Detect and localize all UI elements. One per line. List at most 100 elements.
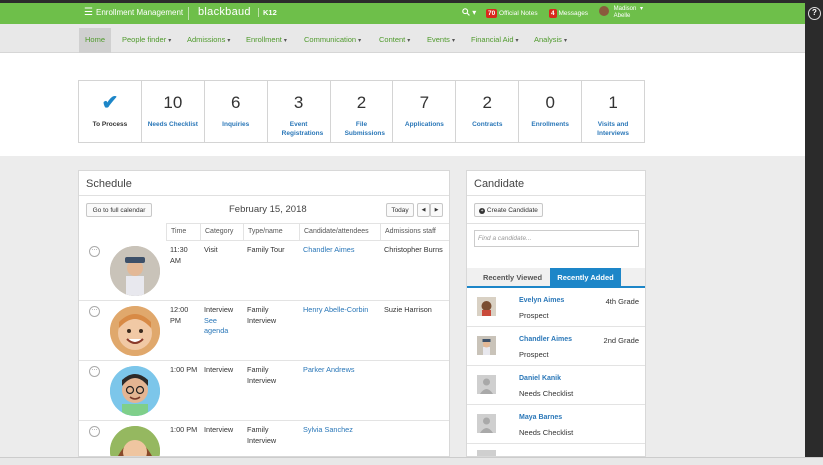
placeholder-avatar-icon: [477, 375, 496, 394]
more-options-icon[interactable]: ···: [89, 426, 100, 437]
today-button[interactable]: Today: [386, 203, 414, 217]
tile-count: 7: [419, 93, 430, 112]
user-menu[interactable]: Madison Abelle ▾: [599, 6, 643, 19]
tile-label: Enrollments: [531, 121, 569, 128]
help-icon[interactable]: ?: [808, 7, 821, 20]
product-label: K12: [258, 8, 277, 17]
tile-label: To Process: [92, 121, 128, 128]
divider: [467, 223, 645, 224]
nav-label: Communication: [304, 35, 357, 44]
event-category: Interview: [204, 365, 234, 374]
tile-visits-and-interviews[interactable]: 1 Visits and Interviews: [582, 81, 644, 142]
candidate-name-link[interactable]: Chandler Aimes: [519, 336, 572, 343]
find-candidate-input[interactable]: Find a candidate...: [474, 230, 639, 247]
candidate-link[interactable]: Henry Abelle-Corbin: [303, 305, 368, 316]
event-type: Family Interview: [247, 305, 277, 325]
staff-name: Suzie Harrison: [384, 305, 432, 314]
candidate-name-link[interactable]: Daniel Kanik: [519, 375, 561, 382]
tab-recently-added[interactable]: Recently Added: [550, 268, 621, 286]
more-options-icon[interactable]: ···: [89, 246, 100, 257]
tile-needs-checklist[interactable]: 10 Needs Checklist: [142, 81, 205, 142]
nav-label: Analysis: [534, 35, 562, 44]
nav-item-enrollment[interactable]: Enrollment ▾: [246, 35, 287, 44]
event-time: 1:00 PM: [170, 365, 198, 374]
tile-event-registrations[interactable]: 3 Event Registrations: [268, 81, 331, 142]
boy-with-glasses-image: [110, 366, 160, 416]
candidate-photo: [110, 366, 160, 416]
full-calendar-button[interactable]: Go to full calendar: [86, 203, 152, 217]
list-item[interactable]: [467, 444, 645, 456]
tile-to-process[interactable]: ✔ To Process: [79, 81, 142, 142]
tile-count: 2: [356, 93, 367, 112]
avatar: [599, 6, 609, 16]
search-caret-icon: ▾: [472, 8, 477, 17]
messages-label: Messages: [558, 10, 589, 18]
candidate-panel: Candidate + Create Candidate Find a cand…: [466, 170, 646, 457]
nav-item-analysis[interactable]: Analysis ▾: [534, 35, 567, 44]
tile-inquiries[interactable]: 6 Inquiries: [205, 81, 268, 142]
hamburger-icon[interactable]: ☰: [84, 8, 93, 18]
chevron-down-icon: ▾: [640, 6, 644, 12]
column-header-time: Time: [166, 223, 200, 241]
list-item[interactable]: Evelyn Aimes Prospect 4th Grade: [467, 288, 645, 327]
nav-item-financial-aid[interactable]: Financial Aid ▾: [471, 35, 519, 44]
nav-item-people-finder[interactable]: People finder ▾: [122, 35, 171, 44]
nav-item-content[interactable]: Content ▾: [379, 35, 410, 44]
list-item[interactable]: Chandler Aimes Prospect 2nd Grade: [467, 327, 645, 366]
nav-label: Admissions: [187, 35, 226, 44]
candidate-link[interactable]: Chandler Aimes: [303, 245, 355, 256]
candidate-status: Needs Checklist: [519, 389, 574, 398]
candidate-grade: 4th Grade: [605, 297, 639, 306]
candidate-status: Prospect: [519, 350, 549, 359]
messages-link[interactable]: 4 Messages: [549, 9, 588, 18]
user-last-name: Abelle: [613, 12, 631, 19]
nav-item-admissions[interactable]: Admissions ▾: [187, 35, 230, 44]
tile-count: 6: [230, 93, 241, 112]
table-row: ··· 11:30 AM Visit Family Tour Chandler …: [79, 241, 449, 301]
create-candidate-label: Create Candidate: [486, 207, 538, 214]
more-options-icon[interactable]: ···: [89, 306, 100, 317]
see-agenda-link[interactable]: See agenda: [204, 316, 242, 337]
search-button[interactable]: ▾: [462, 8, 476, 17]
prev-day-button[interactable]: ◀: [417, 203, 430, 217]
tile-count: 2: [482, 93, 493, 112]
nav-label: Enrollment: [246, 35, 282, 44]
candidate-title: Candidate: [474, 178, 525, 190]
nav-label: Events: [427, 35, 450, 44]
next-day-button[interactable]: ▶: [430, 203, 443, 217]
candidate-name-link[interactable]: Evelyn Aimes: [519, 297, 564, 304]
tab-recently-viewed[interactable]: Recently Viewed: [475, 268, 550, 286]
chevron-down-icon: ▾: [451, 38, 455, 44]
window-frame-right: ?: [805, 0, 823, 465]
event-category: Visit: [204, 245, 218, 254]
tile-file-submissions[interactable]: 2 File Submissions: [331, 81, 394, 142]
list-item[interactable]: Maya Barnes Needs Checklist: [467, 405, 645, 444]
create-candidate-button[interactable]: + Create Candidate: [474, 203, 543, 217]
nav-label: People finder: [122, 35, 167, 44]
nav-item-home[interactable]: Home: [79, 28, 112, 53]
candidate-link[interactable]: Parker Andrews: [303, 365, 355, 376]
list-item[interactable]: Daniel Kanik Needs Checklist: [467, 366, 645, 405]
tile-count: 10: [163, 93, 183, 112]
tile-label: Contracts: [472, 121, 503, 128]
table-row: ··· 1:00 PM Interview Family Interview S…: [79, 421, 449, 456]
candidate-link[interactable]: Sylvia Sanchez: [303, 425, 353, 436]
official-notes-link[interactable]: 70 Official Notes: [486, 9, 538, 18]
nav-item-events[interactable]: Events ▾: [427, 35, 455, 44]
tile-contracts[interactable]: 2 Contracts: [456, 81, 520, 142]
smiling-boy-image: [110, 306, 160, 356]
nav-label: Home: [85, 35, 106, 44]
column-header-category: Category: [200, 223, 243, 241]
chevron-down-icon: ▾: [407, 38, 411, 44]
tile-count: 3: [293, 93, 304, 112]
tile-applications[interactable]: 7 Applications: [393, 81, 457, 142]
chevron-right-icon: ▶: [434, 207, 439, 213]
nav-item-communication[interactable]: Communication ▾: [304, 35, 361, 44]
brand-logo: blackbaud: [198, 6, 251, 18]
more-options-icon[interactable]: ···: [89, 366, 100, 377]
user-name: Madison Abelle: [614, 6, 637, 19]
tile-enrollments[interactable]: 0 Enrollments: [519, 81, 583, 142]
column-header-candidate: Candidate/attendees: [299, 223, 380, 241]
candidate-name-link[interactable]: Maya Barnes: [519, 414, 562, 421]
app-title[interactable]: Enrollment Management: [96, 8, 183, 17]
